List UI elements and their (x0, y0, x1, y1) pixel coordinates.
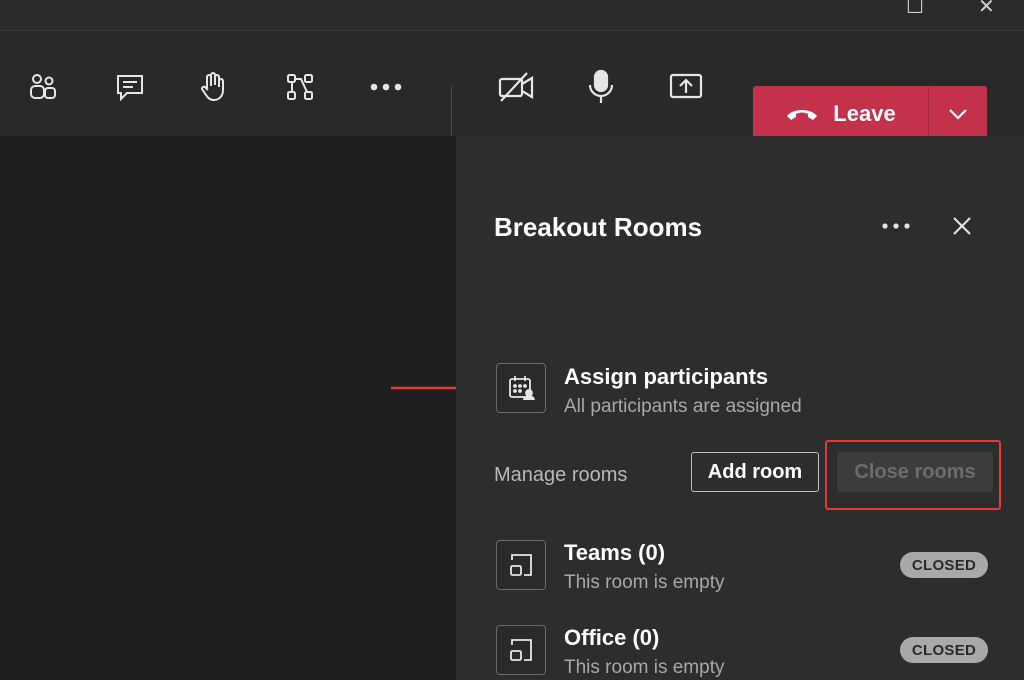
breakout-rooms-panel: Breakout Rooms Assign participants All p… (456, 136, 1024, 680)
manage-rooms-label: Manage rooms (494, 464, 628, 486)
window-title-bar: ☐ ✕ (0, 0, 1024, 31)
assign-participants-title: Assign participants (564, 364, 769, 389)
hang-up-icon (787, 110, 818, 120)
chevron-down-icon (949, 109, 967, 120)
assign-participants-subtitle: All participants are assigned (564, 396, 802, 417)
panel-more-icon[interactable] (876, 212, 916, 240)
camera-off-icon[interactable] (496, 67, 536, 107)
add-room-button[interactable]: Add room (691, 452, 819, 492)
room-icon (496, 625, 546, 675)
microphone-icon[interactable] (581, 67, 621, 107)
annotation-highlight-box (825, 440, 1001, 510)
share-screen-icon[interactable] (666, 67, 706, 107)
people-icon[interactable] (23, 67, 63, 107)
room-name: Teams (0) (564, 540, 666, 565)
more-icon[interactable] (366, 67, 406, 107)
room-status: This room is empty (564, 657, 725, 678)
toolbar-divider (451, 86, 452, 142)
maximize-icon[interactable]: ☐ (906, 0, 924, 19)
raise-hand-icon[interactable] (193, 67, 233, 107)
assign-participants-button[interactable] (496, 363, 546, 413)
meeting-toolbar: Leave (0, 31, 1024, 142)
close-icon[interactable] (946, 212, 978, 240)
room-status: This room is empty (564, 572, 725, 593)
window-close-icon[interactable]: ✕ (978, 0, 995, 19)
breakout-rooms-icon[interactable] (280, 67, 320, 107)
panel-title: Breakout Rooms (494, 212, 703, 242)
room-icon (496, 540, 546, 590)
status-badge: CLOSED (900, 552, 988, 578)
leave-label: Leave (833, 101, 896, 126)
assign-participants-icon (509, 376, 535, 401)
room-name: Office (0) (564, 625, 660, 650)
meeting-stage (0, 136, 456, 680)
leave-options-button[interactable] (928, 86, 987, 142)
leave-button-group: Leave (753, 86, 987, 142)
chat-icon[interactable] (110, 67, 150, 107)
leave-button[interactable]: Leave (753, 86, 928, 142)
status-badge: CLOSED (900, 637, 988, 663)
